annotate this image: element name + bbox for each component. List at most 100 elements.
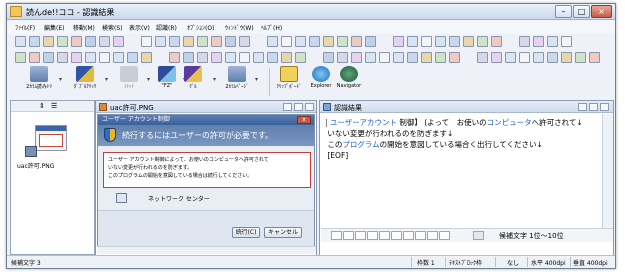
toolbar-icon[interactable] bbox=[141, 52, 152, 63]
horizontal-scrollbar[interactable] bbox=[97, 246, 316, 254]
toolbar-icon[interactable] bbox=[85, 52, 96, 63]
toolbar-icon[interactable] bbox=[519, 52, 530, 63]
toolbar-icon[interactable] bbox=[421, 52, 432, 63]
menu-recognize[interactable]: 認識(R) bbox=[156, 23, 177, 32]
toolbar-icon[interactable] bbox=[225, 36, 236, 47]
toolbar-icon[interactable] bbox=[575, 52, 586, 63]
toolbar-icon[interactable] bbox=[379, 52, 390, 63]
maximize-button[interactable] bbox=[589, 103, 598, 111]
toolbar-icon[interactable] bbox=[589, 52, 600, 63]
close-button[interactable] bbox=[305, 103, 314, 111]
menu-move[interactable]: 移動(M) bbox=[73, 23, 95, 32]
close-button[interactable]: × bbox=[591, 5, 612, 18]
toolbar-icon[interactable] bbox=[85, 36, 96, 47]
recognized-text[interactable]: | ユーザーアカウント 制御】 (よって お使いのコンピュータへ許可されて↓ い… bbox=[325, 117, 583, 161]
maximize-button[interactable]: □ bbox=[573, 5, 590, 18]
clipboard-button[interactable]: ｸﾘｯﾌﾟﾎﾞｰﾄﾞ bbox=[271, 66, 307, 98]
toolbar-icon[interactable] bbox=[15, 52, 26, 63]
toolbar-icon[interactable] bbox=[407, 36, 418, 47]
toolbar-icon[interactable] bbox=[239, 36, 250, 47]
toolbar-icon[interactable] bbox=[225, 52, 236, 63]
toolbar-icon[interactable] bbox=[435, 52, 446, 63]
toolbar-icon[interactable] bbox=[351, 52, 362, 63]
toolbar-icon[interactable] bbox=[183, 36, 194, 47]
toolbar-icon[interactable] bbox=[57, 52, 68, 63]
toolbar-icon[interactable] bbox=[449, 52, 460, 63]
toolbar-icon[interactable] bbox=[253, 52, 264, 63]
toolbar-icon[interactable] bbox=[29, 36, 40, 47]
page-thumbnail[interactable] bbox=[35, 125, 67, 151]
chevron-down-icon[interactable]: ▾ bbox=[213, 76, 216, 83]
vertical-scrollbar[interactable] bbox=[602, 114, 613, 228]
minimize-button[interactable] bbox=[283, 103, 292, 111]
toolbar-icon[interactable] bbox=[239, 52, 250, 63]
toolbar-icon[interactable] bbox=[309, 36, 320, 47]
toolbar-icon[interactable] bbox=[211, 36, 222, 47]
candidate-list-icon[interactable] bbox=[473, 231, 484, 240]
toolbar-icon[interactable] bbox=[211, 52, 222, 63]
toolbar-icon[interactable] bbox=[519, 36, 530, 47]
double-click-button[interactable]: ﾀﾞﾌﾞﾙｸﾘｯｸ bbox=[67, 66, 103, 98]
chevron-down-icon[interactable]: ▾ bbox=[105, 76, 108, 83]
toolbar-icon[interactable] bbox=[43, 52, 54, 63]
toolbar-icon[interactable] bbox=[323, 36, 334, 47]
toolbar-icon[interactable] bbox=[421, 36, 432, 47]
candidate-cell[interactable] bbox=[403, 231, 414, 240]
toolbar-icon[interactable] bbox=[547, 36, 558, 47]
two-column-page-button[interactable]: 2ｶﾗﾑﾍﾟｰｼﾞ bbox=[219, 66, 255, 98]
menu-file[interactable]: ﾌｧｲﾙ(F) bbox=[15, 23, 35, 32]
menu-options[interactable]: ｵﾌﾟｼｮﾝ(O) bbox=[187, 23, 214, 32]
close-button[interactable] bbox=[600, 103, 609, 111]
toolbar-icon[interactable] bbox=[561, 52, 572, 63]
navigator-button[interactable]: Navigator bbox=[331, 66, 367, 98]
candidate-cell[interactable] bbox=[391, 231, 402, 240]
move-icon[interactable]: ⇕ bbox=[39, 102, 45, 110]
candidate-cell[interactable] bbox=[427, 231, 438, 240]
toolbar-icon[interactable] bbox=[365, 36, 376, 47]
candidate-cell[interactable] bbox=[367, 231, 378, 240]
toolbar-icon[interactable] bbox=[29, 52, 40, 63]
toolbar-icon[interactable] bbox=[435, 36, 446, 47]
toolbar-icon[interactable] bbox=[43, 36, 54, 47]
candidate-cell[interactable] bbox=[331, 231, 342, 240]
candidate-cell[interactable] bbox=[343, 231, 354, 240]
two-column-scan-button[interactable]: 2ｶﾗﾑ読みﾄﾘ bbox=[21, 66, 57, 98]
candidate-cell[interactable] bbox=[439, 231, 450, 240]
toolbar-icon[interactable] bbox=[281, 36, 292, 47]
menu-edit[interactable]: 編集(E) bbox=[44, 23, 64, 32]
candidate-cell[interactable] bbox=[355, 231, 366, 240]
toolbar-icon[interactable] bbox=[57, 36, 68, 47]
file-name[interactable]: uac許可.PNG bbox=[17, 161, 54, 170]
toolbar-icon[interactable] bbox=[99, 36, 110, 47]
toolbar-icon[interactable] bbox=[141, 36, 152, 47]
toolbar-icon[interactable] bbox=[337, 52, 348, 63]
toolbar-icon[interactable] bbox=[393, 36, 404, 47]
toolbar-icon[interactable] bbox=[533, 36, 544, 47]
chevron-down-icon[interactable]: ▾ bbox=[59, 76, 62, 83]
toolbar-icon[interactable] bbox=[169, 36, 180, 47]
minimize-button[interactable] bbox=[578, 103, 587, 111]
toolbar-icon[interactable] bbox=[295, 36, 306, 47]
maximize-button[interactable] bbox=[294, 103, 303, 111]
thumbnail-list-icon[interactable]: ☰ bbox=[51, 102, 57, 110]
minimize-button[interactable]: – bbox=[555, 5, 572, 18]
toolbar-icon[interactable] bbox=[337, 36, 348, 47]
toolbar-icon[interactable] bbox=[15, 36, 26, 47]
menu-window[interactable]: ｳｨﾝﾄﾞｳ(W) bbox=[225, 23, 254, 32]
toolbar-icon[interactable] bbox=[197, 36, 208, 47]
toolbar-icon[interactable] bbox=[183, 52, 194, 63]
toolbar-icon[interactable] bbox=[463, 36, 474, 47]
toolbar-icon[interactable] bbox=[547, 52, 558, 63]
toolbar-icon[interactable] bbox=[113, 52, 124, 63]
toolbar-icon[interactable] bbox=[491, 52, 502, 63]
toolbar-icon[interactable] bbox=[533, 52, 544, 63]
toolbar-icon[interactable] bbox=[477, 52, 488, 63]
toolbar-icon[interactable] bbox=[197, 52, 208, 63]
menu-help[interactable]: ﾍﾙﾌﾟ(H) bbox=[261, 23, 282, 32]
toolbar-icon[interactable] bbox=[505, 52, 516, 63]
toolbar-icon[interactable] bbox=[491, 36, 502, 47]
toolbar-icon[interactable] bbox=[449, 36, 460, 47]
toolbar-icon[interactable] bbox=[71, 52, 82, 63]
toolbar-icon[interactable] bbox=[99, 52, 110, 63]
toolbar-icon[interactable] bbox=[127, 52, 138, 63]
